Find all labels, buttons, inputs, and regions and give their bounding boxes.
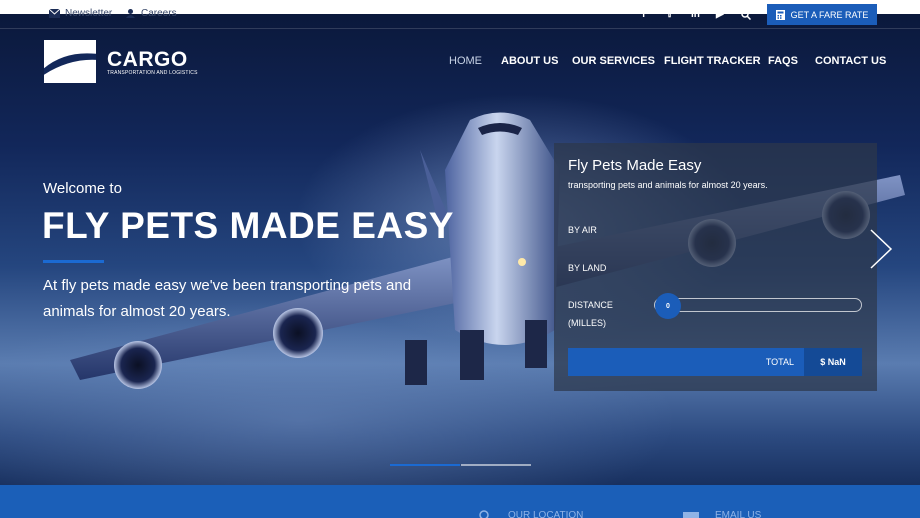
nav-faqs[interactable]: FAQS [768,55,798,67]
nav-home[interactable]: HOME [449,55,482,67]
user-icon [126,9,135,18]
get-fare-rate-button[interactable]: GET A FARE RATE [767,4,877,25]
total-label: TOTAL [765,357,794,367]
nav-contact-us[interactable]: CONTACT US [815,55,886,67]
twitter-icon[interactable]: 𝕋 [666,9,673,20]
email-us-label: EMAIL US [715,510,762,518]
headline-divider [43,260,104,263]
logo-name: CARGO [107,48,188,71]
distance-unit-label: (MILLES) [568,318,607,328]
location-icon [479,510,489,518]
nav-about-us[interactable]: ABOUT US [501,55,558,67]
newsletter-label: Newsletter [65,8,113,19]
distance-label: DISTANCE [568,300,613,310]
calculator-subtitle: transporting pets and animals for almost… [568,180,768,190]
hero-welcome: Welcome to [43,180,122,197]
nav-our-services[interactable]: OUR SERVICES [572,55,655,67]
hero-banner: Newsletter Careers f 𝕋 in ▶ GET A FARE R… [0,0,920,485]
total-bar: TOTAL $ NaN [568,348,862,376]
linkedin-icon[interactable]: in [691,9,700,20]
calculator-icon [775,9,785,20]
calculator-title: Fly Pets Made Easy [568,157,702,174]
total-value: $ NaN [804,348,862,376]
by-air-option[interactable]: BY AIR [568,221,597,239]
info-strip: OUR LOCATION EMAIL US [0,485,920,518]
hero-lead: At fly pets made easy we've been transpo… [43,277,412,320]
slider-handle[interactable]: 0 [655,293,681,319]
nav-flight-tracker[interactable]: FLIGHT TRACKER [664,55,761,67]
careers-link[interactable]: Careers [125,8,177,19]
slider-dot-active[interactable] [390,464,460,466]
top-bar: Newsletter Careers f 𝕋 in ▶ GET A FARE R… [0,0,920,29]
youtube-icon[interactable]: ▶ [716,9,724,20]
by-land-option[interactable]: BY LAND [568,259,606,277]
facebook-icon[interactable]: f [642,9,645,20]
distance-slider[interactable]: 0 [654,293,862,319]
fare-calculator-panel: Fly Pets Made Easy transporting pets and… [554,143,877,391]
fare-button-label: GET A FARE RATE [790,9,869,20]
our-location-label: OUR LOCATION [508,510,584,518]
next-slide-arrow-icon[interactable] [868,228,894,270]
email-icon [683,512,699,518]
logo-tagline: TRANSPORTATION AND LOGISTICS [107,70,198,76]
search-icon[interactable] [741,10,751,20]
careers-label: Careers [141,8,177,19]
hero-headline: FLY PETS MADE EASY [42,205,454,246]
slider-dot[interactable] [461,464,531,466]
logo[interactable]: CARGO TRANSPORTATION AND LOGISTICS [44,40,197,84]
newsletter-link[interactable]: Newsletter [49,8,112,19]
envelope-icon [49,9,60,18]
logo-mark-icon [44,40,96,83]
